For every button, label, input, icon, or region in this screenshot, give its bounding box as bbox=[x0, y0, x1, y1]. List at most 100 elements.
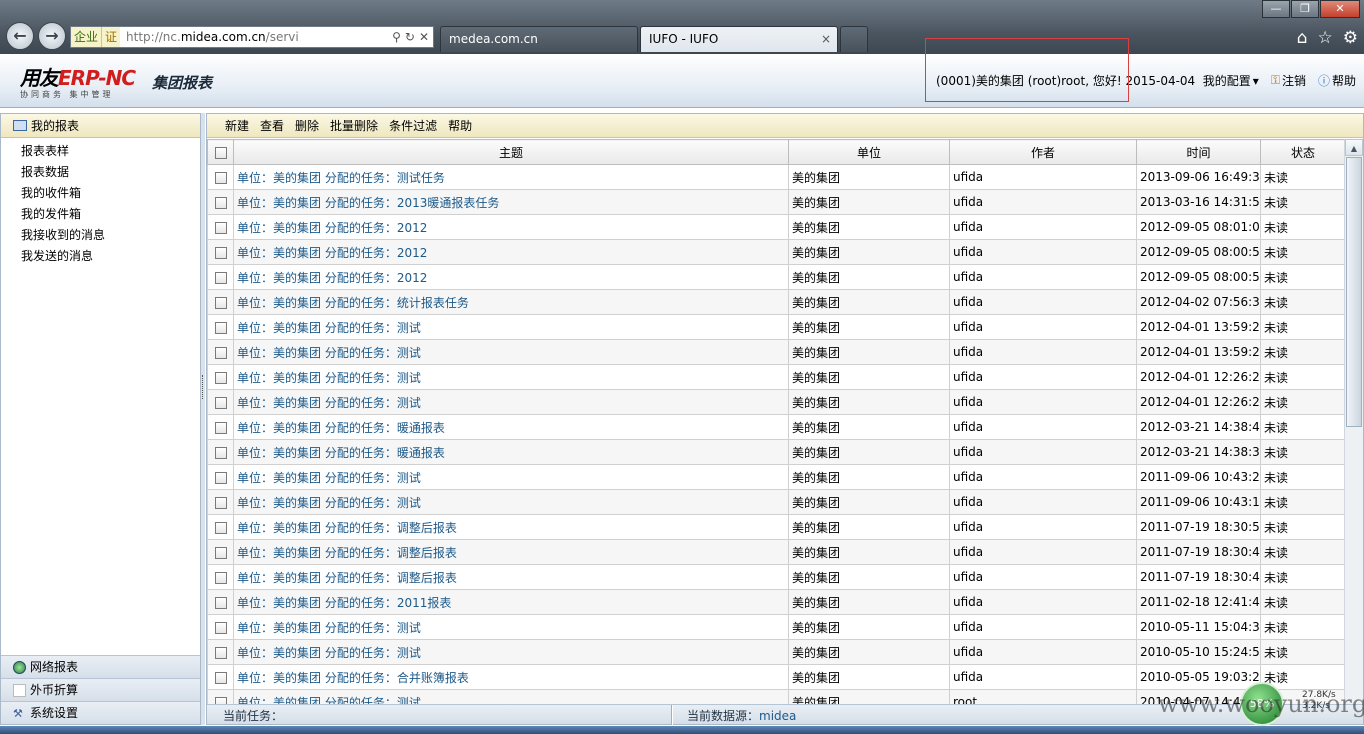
nav-item-report-templates[interactable]: 报表表样 bbox=[21, 141, 200, 162]
cell-subject[interactable]: 单位：美的集团 分配的任务：2012 bbox=[233, 239, 789, 265]
table-row[interactable]: 单位：美的集团 分配的任务：测试 美的集团 ufida 2010-05-11 15:0… bbox=[207, 614, 1345, 640]
table-row[interactable]: 单位：美的集团 分配的任务：测试 美的集团 ufida 2012-04-01 12:2… bbox=[207, 389, 1345, 415]
nav-item-inbox[interactable]: 我的收件箱 bbox=[21, 183, 200, 204]
row-checkbox[interactable] bbox=[207, 389, 234, 415]
cell-subject[interactable]: 单位：美的集团 分配的任务：暖通报表 bbox=[233, 439, 789, 465]
row-checkbox[interactable] bbox=[207, 539, 234, 565]
search-icon[interactable]: ⚲ bbox=[392, 30, 401, 44]
url-text[interactable]: http://nc.midea.com.cn/servi bbox=[120, 30, 392, 44]
gear-icon[interactable]: ⚙ bbox=[1343, 28, 1358, 48]
batch-delete-button[interactable]: 批量删除 bbox=[330, 117, 378, 134]
table-row[interactable]: 单位：美的集团 分配的任务：统计报表任务 美的集团 ufida 2012-04-02 … bbox=[207, 289, 1345, 315]
nav-currency-conversion[interactable]: 外币折算 bbox=[1, 678, 200, 701]
table-row[interactable]: 单位：美的集团 分配的任务：调整后报表 美的集团 ufida 2011-07-19 1… bbox=[207, 514, 1345, 540]
column-header-unit[interactable]: 单位 bbox=[788, 139, 950, 165]
row-checkbox[interactable] bbox=[207, 639, 234, 665]
table-row[interactable]: 单位：美的集团 分配的任务：暖通报表 美的集团 ufida 2012-03-21 14… bbox=[207, 439, 1345, 465]
cell-subject[interactable]: 单位：美的集团 分配的任务：测试 bbox=[233, 614, 789, 640]
help-link[interactable]: ⓘ 帮助 bbox=[1318, 72, 1356, 89]
column-header-author[interactable]: 作者 bbox=[949, 139, 1137, 165]
table-row[interactable]: 单位：美的集团 分配的任务：2012 美的集团 ufida 2012-09-05 08… bbox=[207, 214, 1345, 240]
column-header-time[interactable]: 时间 bbox=[1136, 139, 1261, 165]
filter-button[interactable]: 条件过滤 bbox=[389, 117, 437, 134]
row-checkbox[interactable] bbox=[207, 239, 234, 265]
row-checkbox[interactable] bbox=[207, 564, 234, 590]
left-panel-title[interactable]: 我的报表 bbox=[1, 114, 200, 138]
new-tab-button[interactable] bbox=[840, 26, 868, 52]
row-checkbox[interactable] bbox=[207, 689, 234, 705]
column-header-status[interactable]: 状态 bbox=[1260, 139, 1345, 165]
row-checkbox[interactable] bbox=[207, 339, 234, 365]
cell-subject[interactable]: 单位：美的集团 分配的任务：测试 bbox=[233, 389, 789, 415]
row-checkbox[interactable] bbox=[207, 264, 234, 290]
nav-item-sent-messages[interactable]: 我发送的消息 bbox=[21, 246, 200, 267]
cell-subject[interactable]: 单位：美的集团 分配的任务：2012 bbox=[233, 264, 789, 290]
toolbar-help-button[interactable]: 帮助 bbox=[448, 117, 472, 134]
row-checkbox[interactable] bbox=[207, 314, 234, 340]
new-button[interactable]: 新建 bbox=[225, 117, 249, 134]
cell-subject[interactable]: 单位：美的集团 分配的任务：统计报表任务 bbox=[233, 289, 789, 315]
view-button[interactable]: 查看 bbox=[260, 117, 284, 134]
table-row[interactable]: 单位：美的集团 分配的任务：2012 美的集团 ufida 2012-09-05 08… bbox=[207, 239, 1345, 265]
close-icon[interactable]: ✕ bbox=[1320, 0, 1360, 18]
logout-link[interactable]: ⚿ 注销 bbox=[1271, 72, 1306, 89]
row-checkbox[interactable] bbox=[207, 364, 234, 390]
my-config-menu[interactable]: 我的配置 ▾ bbox=[1203, 72, 1259, 89]
nav-item-report-data[interactable]: 报表数据 bbox=[21, 162, 200, 183]
cell-subject[interactable]: 单位：美的集团 分配的任务：调整后报表 bbox=[233, 564, 789, 590]
row-checkbox[interactable] bbox=[207, 189, 234, 215]
cell-subject[interactable]: 单位：美的集团 分配的任务：测试 bbox=[233, 364, 789, 390]
table-row[interactable]: 单位：美的集团 分配的任务：合并账簿报表 美的集团 ufida 2010-05-05 … bbox=[207, 664, 1345, 690]
cell-subject[interactable]: 单位：美的集团 分配的任务：测试 bbox=[233, 689, 789, 705]
nav-item-received-messages[interactable]: 我接收到的消息 bbox=[21, 225, 200, 246]
cell-subject[interactable]: 单位：美的集团 分配的任务：调整后报表 bbox=[233, 514, 789, 540]
row-checkbox[interactable] bbox=[207, 664, 234, 690]
nav-network-reports[interactable]: 网络报表 bbox=[1, 655, 200, 678]
nav-item-outbox[interactable]: 我的发件箱 bbox=[21, 204, 200, 225]
delete-button[interactable]: 删除 bbox=[295, 117, 319, 134]
cell-subject[interactable]: 单位：美的集团 分配的任务：暖通报表 bbox=[233, 414, 789, 440]
table-row[interactable]: 单位：美的集团 分配的任务：测试 美的集团 ufida 2011-09-06 10:4… bbox=[207, 464, 1345, 490]
table-row[interactable]: 单位：美的集团 分配的任务：2011报表 美的集团 ufida 2011-02-18 … bbox=[207, 589, 1345, 615]
table-row[interactable]: 单位：美的集团 分配的任务：2013暖通报表任务 美的集团 ufida 2013-03… bbox=[207, 189, 1345, 215]
row-checkbox[interactable] bbox=[207, 589, 234, 615]
tab-close-icon[interactable]: × bbox=[821, 27, 831, 51]
cell-subject[interactable]: 单位：美的集团 分配的任务：合并账簿报表 bbox=[233, 664, 789, 690]
panel-splitter[interactable] bbox=[201, 113, 205, 725]
certificate-badge[interactable]: 证 bbox=[102, 27, 121, 47]
cell-subject[interactable]: 单位：美的集团 分配的任务：测试 bbox=[233, 489, 789, 515]
nav-system-settings[interactable]: ⚒ 系统设置 bbox=[1, 701, 200, 724]
row-checkbox[interactable] bbox=[207, 514, 234, 540]
row-checkbox[interactable] bbox=[207, 164, 234, 190]
browser-tab[interactable]: medea.com.cn bbox=[440, 26, 638, 52]
select-all-checkbox[interactable] bbox=[207, 139, 234, 165]
table-row[interactable]: 单位：美的集团 分配的任务：暖通报表 美的集团 ufida 2012-03-21 14… bbox=[207, 414, 1345, 440]
vertical-scrollbar[interactable]: ▲ bbox=[1344, 139, 1363, 705]
minimize-icon[interactable]: — bbox=[1262, 0, 1290, 18]
cell-subject[interactable]: 单位：美的集团 分配的任务：2011报表 bbox=[233, 589, 789, 615]
home-icon[interactable]: ⌂ bbox=[1297, 28, 1308, 48]
row-checkbox[interactable] bbox=[207, 414, 234, 440]
maximize-icon[interactable]: ❐ bbox=[1291, 0, 1319, 18]
back-button[interactable]: ← bbox=[6, 22, 34, 50]
address-bar[interactable]: 企业 证 http://nc.midea.com.cn/servi ⚲ ↻ ✕ bbox=[70, 26, 434, 48]
table-row[interactable]: 单位：美的集团 分配的任务：测试 美的集团 ufida 2012-04-01 12:2… bbox=[207, 364, 1345, 390]
cell-subject[interactable]: 单位：美的集团 分配的任务：调整后报表 bbox=[233, 539, 789, 565]
table-row[interactable]: 单位：美的集团 分配的任务：调整后报表 美的集团 ufida 2011-07-19 1… bbox=[207, 564, 1345, 590]
cell-subject[interactable]: 单位：美的集团 分配的任务：测试任务 bbox=[233, 164, 789, 190]
table-row[interactable]: 单位：美的集团 分配的任务：测试 美的集团 ufida 2012-04-01 13:5… bbox=[207, 314, 1345, 340]
cell-subject[interactable]: 单位：美的集团 分配的任务：测试 bbox=[233, 339, 789, 365]
table-row[interactable]: 单位：美的集团 分配的任务：测试 美的集团 ufida 2012-04-01 13:5… bbox=[207, 339, 1345, 365]
table-row[interactable]: 单位：美的集团 分配的任务：2012 美的集团 ufida 2012-09-05 08… bbox=[207, 264, 1345, 290]
cell-subject[interactable]: 单位：美的集团 分配的任务：2013暖通报表任务 bbox=[233, 189, 789, 215]
table-row[interactable]: 单位：美的集团 分配的任务：测试 美的集团 ufida 2010-05-10 15:2… bbox=[207, 639, 1345, 665]
refresh-icon[interactable]: ↻ bbox=[405, 30, 415, 44]
browser-tab-active[interactable]: IUFO - IUFO × bbox=[640, 26, 838, 52]
cell-subject[interactable]: 单位：美的集团 分配的任务：测试 bbox=[233, 464, 789, 490]
row-checkbox[interactable] bbox=[207, 439, 234, 465]
table-row[interactable]: 单位：美的集团 分配的任务：调整后报表 美的集团 ufida 2011-07-19 1… bbox=[207, 539, 1345, 565]
security-zone-label[interactable]: 企业 bbox=[71, 27, 103, 47]
cell-subject[interactable]: 单位：美的集团 分配的任务：测试 bbox=[233, 314, 789, 340]
scroll-up-icon[interactable]: ▲ bbox=[1345, 139, 1363, 156]
scrollbar-thumb[interactable] bbox=[1346, 157, 1362, 427]
